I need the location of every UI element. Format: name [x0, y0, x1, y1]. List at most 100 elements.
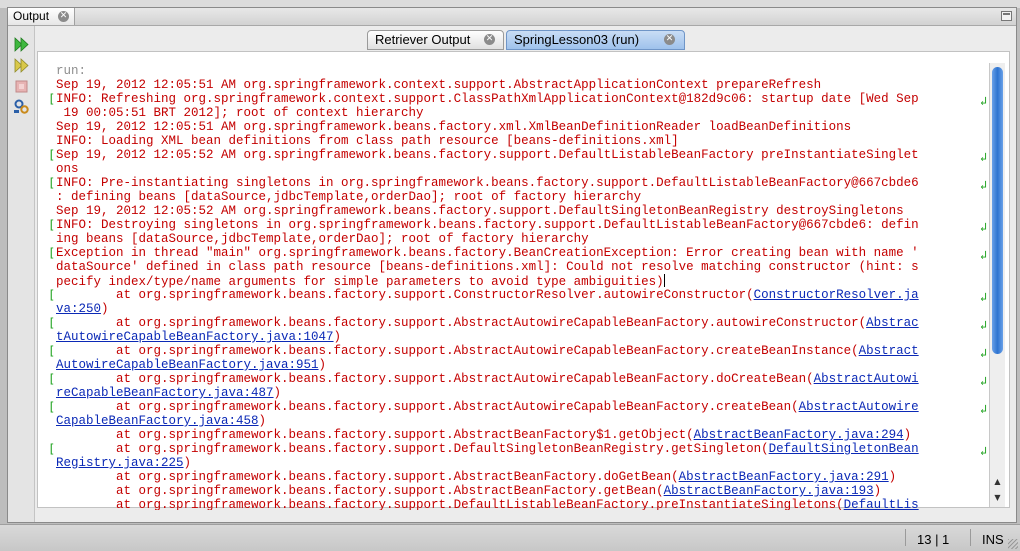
stop-icon[interactable] — [13, 78, 30, 95]
console-line-text: pecify index/type/name arguments for sim… — [56, 275, 664, 289]
insert-mode[interactable]: INS — [982, 532, 1004, 547]
stacktrace-link[interactable]: ConstructorResolver.ja — [754, 288, 919, 302]
wrap-start-marker-icon: [ — [48, 344, 56, 358]
console-line: tAutowireCapableBeanFactory.java:1047) — [56, 330, 341, 344]
console-line: Exception in thread "main" org.springfra… — [56, 246, 919, 260]
wrap-end-marker-icon: ↲ — [980, 94, 988, 108]
vertical-scrollbar[interactable]: ▲ ▼ — [989, 63, 1005, 507]
wrap-end-marker-icon: ↲ — [980, 290, 988, 304]
console-output[interactable]: run: Sep 19, 2012 12:05:51 AM org.springf… — [48, 62, 988, 510]
stacktrace-link[interactable]: AbstractBeanFactory.java:294 — [694, 428, 904, 442]
console-line: Sep 19, 2012 12:05:51 AM org.springframe… — [56, 120, 851, 134]
wrap-end-marker-icon: ↲ — [980, 444, 988, 458]
console-line-tail: ) — [333, 330, 342, 344]
close-icon[interactable]: ✕ — [664, 34, 675, 45]
console-line-text: at org.springframework.beans.factory.sup… — [56, 400, 799, 414]
panel-tabstrip: Output ✕ — [8, 8, 1016, 26]
scroll-up-icon[interactable]: ▲ — [992, 476, 1003, 487]
status-divider — [970, 529, 971, 546]
console-line-tail: ) — [273, 386, 282, 400]
tab-springlesson03-run-label: SpringLesson03 (run) — [514, 32, 640, 47]
console-line-text: Sep 19, 2012 12:05:52 AM org.springframe… — [56, 204, 904, 218]
console-line: ons — [56, 162, 79, 176]
stacktrace-link[interactable]: tAutowireCapableBeanFactory.java:1047 — [56, 330, 334, 344]
stacktrace-link[interactable]: AbstractBeanFactory.java:291 — [679, 470, 889, 484]
console-line-text: INFO: Pre-instantiating singletons in or… — [56, 176, 919, 190]
wrap-end-marker-icon: ↲ — [980, 318, 988, 332]
wrap-start-marker-icon: [ — [48, 176, 56, 190]
output-settings-icon[interactable] — [13, 98, 30, 115]
rerun-with-options-icon[interactable] — [13, 57, 30, 74]
console-line-text: INFO: Destroying singletons in org.sprin… — [56, 218, 919, 232]
wrap-start-marker-icon: [ — [48, 400, 56, 414]
tab-output[interactable]: Output ✕ — [8, 8, 75, 25]
caret-position: 13 | 1 — [917, 532, 950, 547]
console-line: CapableBeanFactory.java:458) — [56, 414, 266, 428]
stacktrace-link[interactable]: DefaultLis — [844, 498, 919, 510]
tab-output-label: Output — [13, 9, 50, 23]
stacktrace-link[interactable]: Abstrac — [866, 316, 919, 330]
console-line: pecify index/type/name arguments for sim… — [56, 274, 665, 289]
stacktrace-link[interactable]: AbstractAutowire — [799, 400, 919, 414]
stacktrace-link[interactable]: Abstract — [859, 344, 919, 358]
console-line: INFO: Refreshing org.springframework.con… — [56, 92, 919, 106]
console-line-text: at org.springframework.beans.factory.sup… — [56, 288, 754, 302]
console-line: dataSource' defined in class path resour… — [56, 260, 919, 274]
console-line: at org.springframework.beans.factory.sup… — [56, 442, 919, 456]
console-line-text: INFO: Loading XML bean definitions from … — [56, 134, 679, 148]
console-line-text: at org.springframework.beans.factory.sup… — [56, 372, 814, 386]
console-line: run: — [56, 64, 86, 78]
console-line-text: at org.springframework.beans.factory.sup… — [56, 484, 664, 498]
console-line-text: at org.springframework.beans.factory.sup… — [56, 344, 859, 358]
console-line: at org.springframework.beans.factory.sup… — [56, 498, 919, 510]
close-icon[interactable]: ✕ — [484, 34, 495, 45]
console-line-text: dataSource' defined in class path resour… — [56, 260, 919, 274]
stacktrace-link[interactable]: va:250 — [56, 302, 101, 316]
rerun-icon[interactable] — [13, 36, 30, 53]
tab-retriever-output-label: Retriever Output — [375, 32, 471, 47]
console-line: ing beans [dataSource,jdbcTemplate,order… — [56, 232, 589, 246]
wrap-start-marker-icon: [ — [48, 148, 56, 162]
stacktrace-link[interactable]: DefaultSingletonBean — [769, 442, 919, 456]
stacktrace-link[interactable]: AutowireCapableBeanFactory.java:951 — [56, 358, 319, 372]
status-divider — [905, 529, 906, 546]
console-line-text: at org.springframework.beans.factory.sup… — [56, 428, 694, 442]
scrollbar-thumb[interactable] — [992, 67, 1003, 354]
wrap-start-marker-icon: [ — [48, 442, 56, 456]
wrap-start-marker-icon: [ — [48, 218, 56, 232]
console-line-text: Sep 19, 2012 12:05:51 AM org.springframe… — [56, 78, 822, 92]
wrap-end-marker-icon: ↲ — [980, 248, 988, 262]
text-cursor — [663, 274, 665, 287]
stacktrace-link[interactable]: AbstractBeanFactory.java:193 — [664, 484, 874, 498]
stacktrace-link[interactable]: AbstractAutowi — [814, 372, 919, 386]
console-line-text: : defining beans [dataSource,jdbcTemplat… — [56, 190, 642, 204]
console-line: AutowireCapableBeanFactory.java:951) — [56, 358, 326, 372]
stacktrace-link[interactable]: CapableBeanFactory.java:458 — [56, 414, 259, 428]
console-line: at org.springframework.beans.factory.sup… — [56, 344, 919, 358]
tab-retriever-output[interactable]: Retriever Output ✕ — [367, 30, 504, 50]
console-line: Sep 19, 2012 12:05:51 AM org.springframe… — [56, 78, 821, 92]
wrap-end-marker-icon: ↲ — [980, 374, 988, 388]
console-line-tail: ) — [318, 358, 327, 372]
console-line-text: ons — [56, 162, 79, 176]
wrap-end-marker-icon: ↲ — [980, 402, 988, 416]
console-line: at org.springframework.beans.factory.sup… — [56, 400, 919, 414]
console-line-tail: ) — [873, 484, 882, 498]
console-line: INFO: Pre-instantiating singletons in or… — [56, 176, 919, 190]
console-line: : defining beans [dataSource,jdbcTemplat… — [56, 190, 641, 204]
output-toolbar — [8, 26, 35, 522]
left-edge-handle[interactable] — [0, 360, 6, 390]
wrap-end-marker-icon: ↲ — [980, 220, 988, 234]
close-icon[interactable]: ✕ — [58, 11, 69, 22]
scroll-down-icon[interactable]: ▼ — [992, 492, 1003, 503]
minimize-window-icon[interactable] — [1001, 11, 1012, 21]
console-line: reCapableBeanFactory.java:487) — [56, 386, 281, 400]
tab-springlesson03-run[interactable]: SpringLesson03 (run) ✕ — [506, 30, 685, 50]
stacktrace-link[interactable]: reCapableBeanFactory.java:487 — [56, 386, 274, 400]
ide-window: Output ✕ Retriever Output ✕ SpringLesson… — [0, 0, 1020, 550]
wrap-start-marker-icon: [ — [48, 372, 56, 386]
stacktrace-link[interactable]: Registry.java:225 — [56, 456, 184, 470]
wrap-start-marker-icon: [ — [48, 316, 56, 330]
console-line: INFO: Loading XML bean definitions from … — [56, 134, 679, 148]
resize-grip-icon[interactable] — [1008, 539, 1018, 549]
